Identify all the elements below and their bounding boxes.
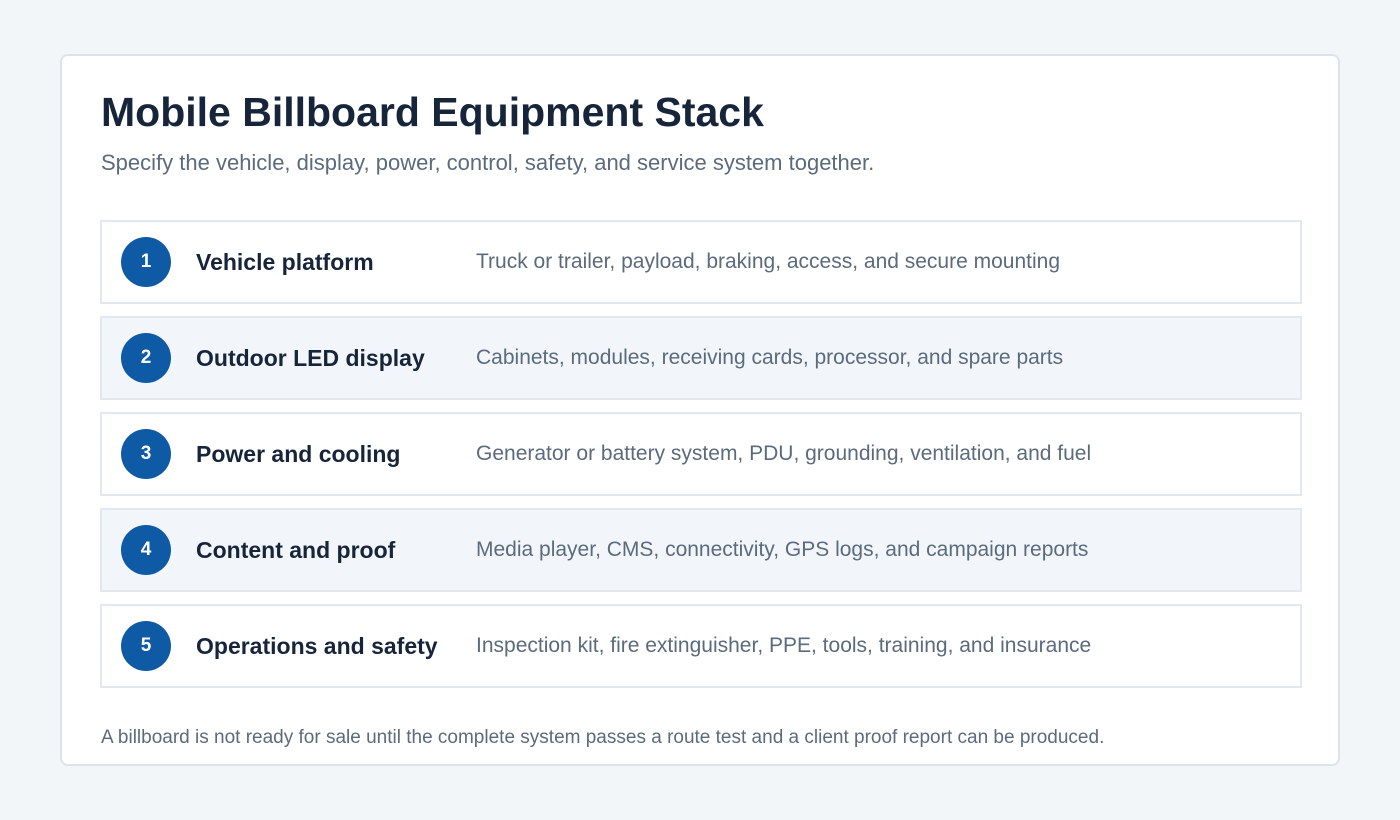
list-item-label: Power and cooling (196, 441, 401, 467)
page-subtitle: Specify the vehicle, display, power, con… (101, 150, 875, 175)
list-item-outdoor-led-display: 2 Outdoor LED display Cabinets, modules,… (100, 316, 1302, 400)
list-item-content-and-proof: 4 Content and proof Media player, CMS, c… (100, 508, 1302, 592)
list-item-description: Generator or battery system, PDU, ground… (476, 442, 1092, 465)
list-item-description: Truck or trailer, payload, braking, acce… (476, 250, 1061, 273)
list-item-description: Cabinets, modules, receiving cards, proc… (476, 346, 1064, 369)
step-number-badge: 2 (121, 333, 171, 383)
list-item-label: Content and proof (196, 537, 396, 563)
step-number-badge: 3 (121, 429, 171, 479)
list-item-power-and-cooling: 3 Power and cooling Generator or battery… (100, 412, 1302, 496)
page-title: Mobile Billboard Equipment Stack (101, 89, 764, 135)
list-item-label: Outdoor LED display (196, 345, 425, 371)
step-number-badge: 1 (121, 237, 171, 287)
list-item-operations-and-safety: 5 Operations and safety Inspection kit, … (100, 604, 1302, 688)
step-number-badge: 5 (121, 621, 171, 671)
footnote: A billboard is not ready for sale until … (101, 727, 1105, 748)
list-item-label: Operations and safety (196, 633, 438, 659)
list-item-label: Vehicle platform (196, 249, 374, 275)
equipment-stack-card: Mobile Billboard Equipment Stack Specify… (60, 54, 1340, 766)
list-item-description: Media player, CMS, connectivity, GPS log… (476, 538, 1089, 561)
list-item-description: Inspection kit, fire extinguisher, PPE, … (476, 634, 1092, 657)
list-item-vehicle-platform: 1 Vehicle platform Truck or trailer, pay… (100, 220, 1302, 304)
step-number-badge: 4 (121, 525, 171, 575)
